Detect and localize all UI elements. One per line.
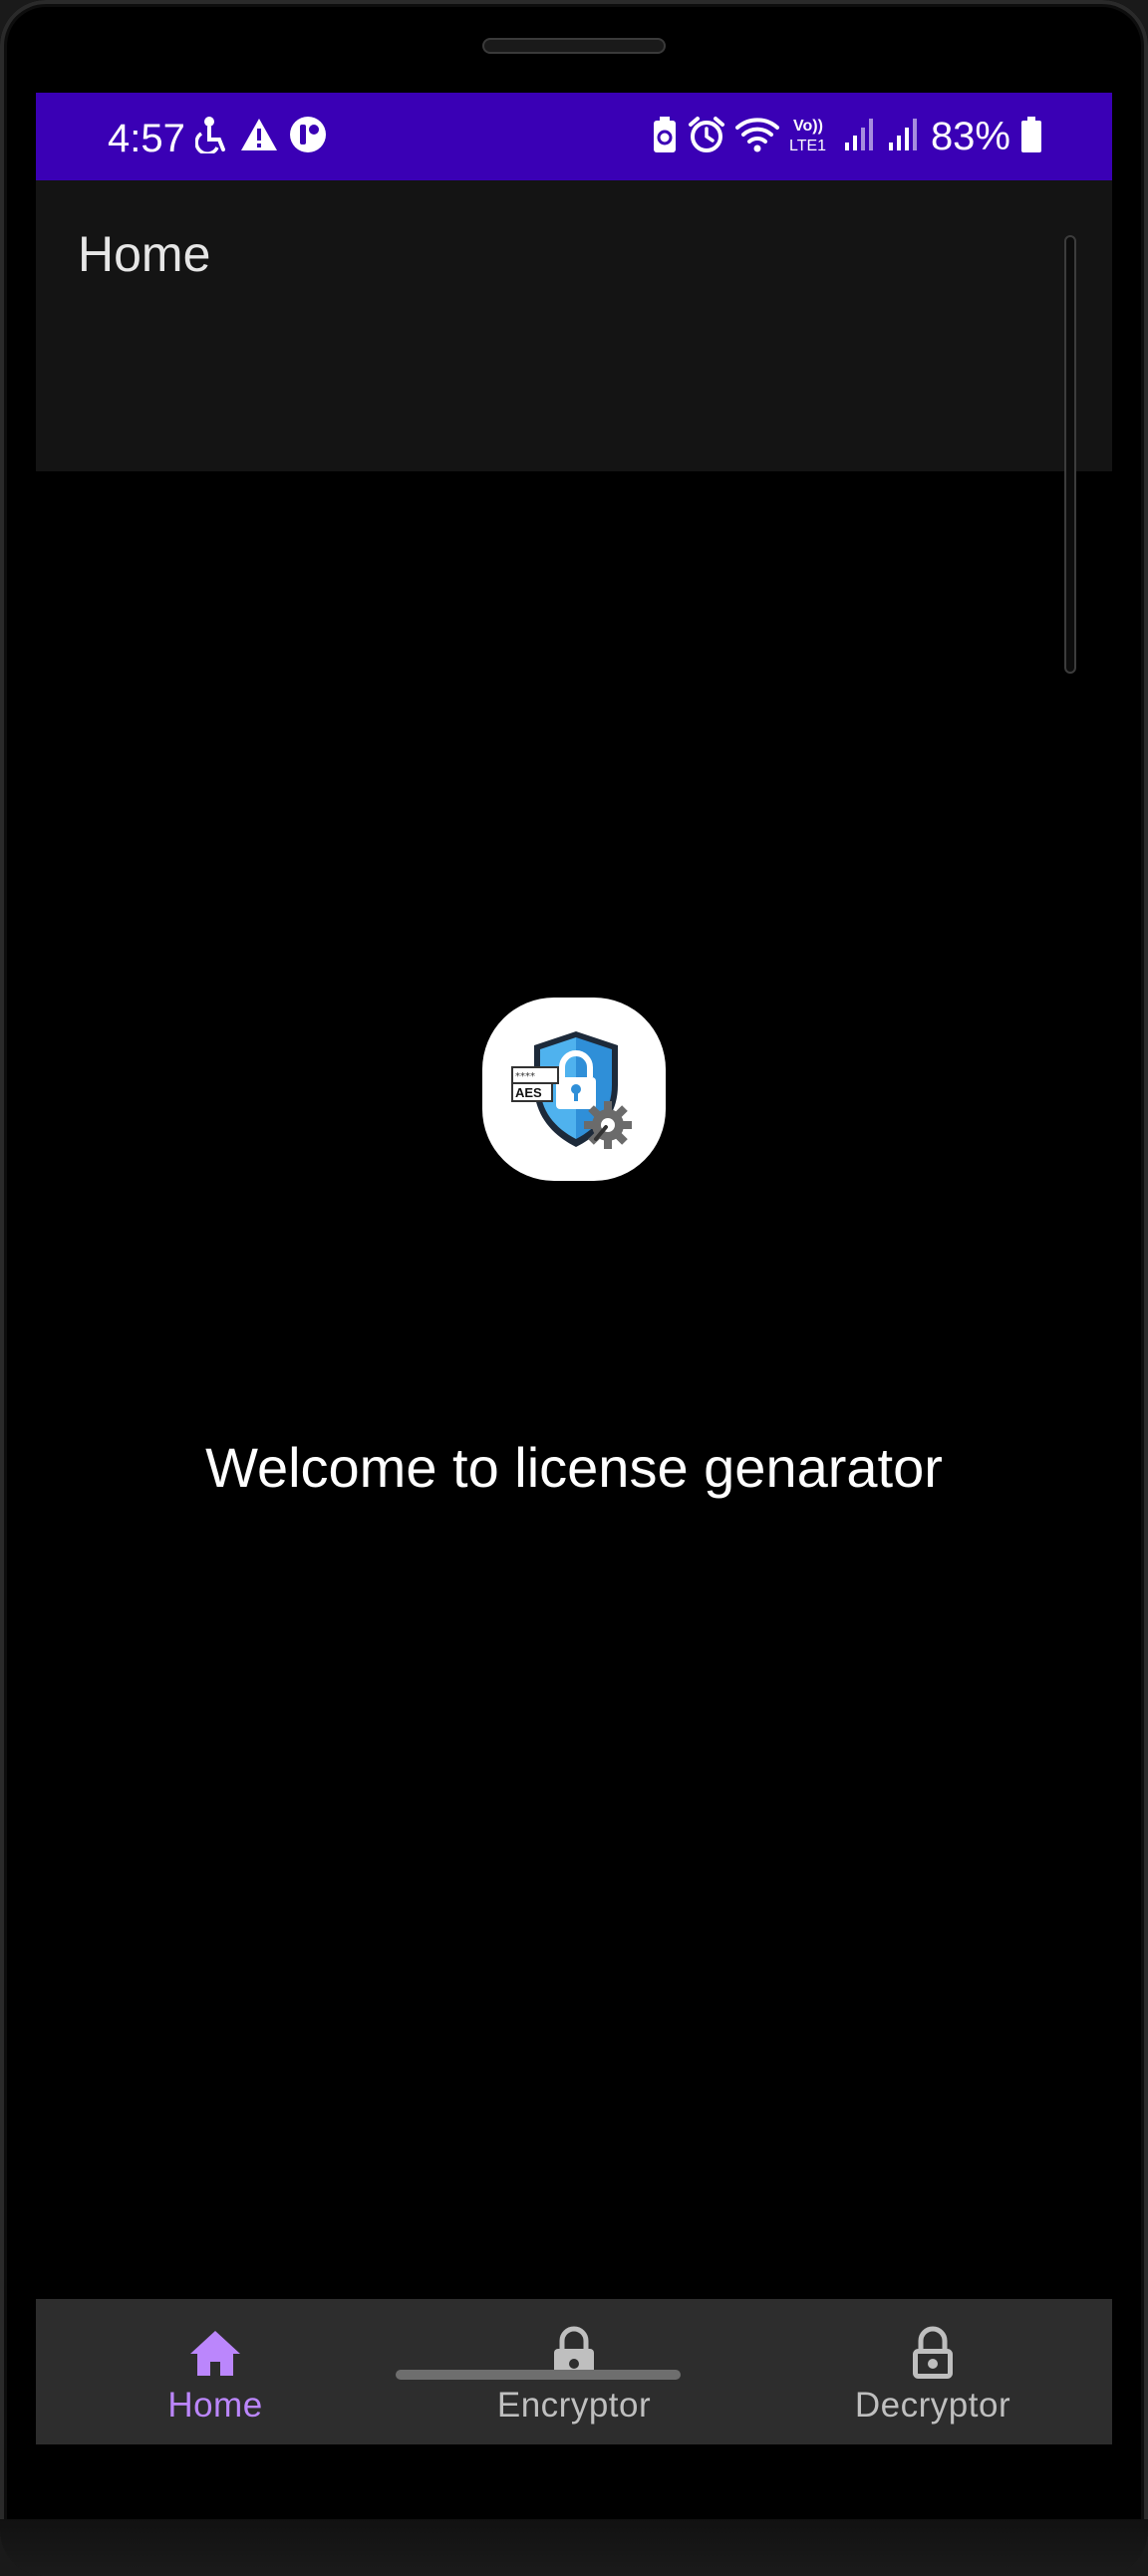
nav-label-decryptor: Decryptor [854, 2386, 1011, 2425]
screen: 4:57 Vo)) LTE1 83% Home **** AES Welcome… [36, 93, 1112, 2444]
svg-text:LTE1: LTE1 [789, 138, 826, 154]
aes-shield-lock-icon: **** AES [482, 998, 666, 1181]
wifi-icon [734, 116, 779, 158]
page-title: Home [78, 226, 211, 282]
home-icon [187, 2325, 243, 2381]
bottom-bezel [0, 2519, 1148, 2576]
volte-lte1-icon: Vo)) LTE1 [789, 115, 833, 159]
welcome-message: Welcome to license genarator [205, 1436, 943, 1499]
gesture-handle[interactable] [396, 2370, 681, 2380]
status-left-icons [194, 115, 327, 158]
battery-saver-icon [652, 116, 678, 158]
accessibility-icon [194, 116, 229, 158]
status-bar: 4:57 Vo)) LTE1 83% [36, 93, 1112, 180]
status-time: 4:57 [108, 117, 185, 160]
status-right-icons: Vo)) LTE1 83% [652, 115, 1042, 158]
svg-text:Vo)): Vo)) [793, 118, 823, 135]
earpiece-speaker [482, 38, 666, 54]
phone-frame: 4:57 Vo)) LTE1 83% Home **** AES Welcome… [0, 0, 1148, 2576]
nav-item-home[interactable]: Home [36, 2299, 395, 2444]
nav-item-decryptor[interactable]: Decryptor [753, 2299, 1112, 2444]
signal-icon [887, 117, 921, 157]
svg-text:****: **** [515, 1071, 535, 1082]
scrollbar[interactable] [1064, 235, 1076, 674]
nav-label-home: Home [167, 2386, 263, 2425]
alarm-icon [688, 116, 725, 158]
signal-icon [843, 117, 877, 157]
warning-icon [239, 117, 279, 157]
unlock-icon [905, 2325, 961, 2381]
nav-label-encryptor: Encryptor [496, 2386, 652, 2425]
notification-app-icon [289, 116, 327, 158]
svg-text:AES: AES [515, 1085, 542, 1100]
battery-percentage: 83% [930, 115, 1010, 158]
battery-icon [1020, 116, 1042, 158]
